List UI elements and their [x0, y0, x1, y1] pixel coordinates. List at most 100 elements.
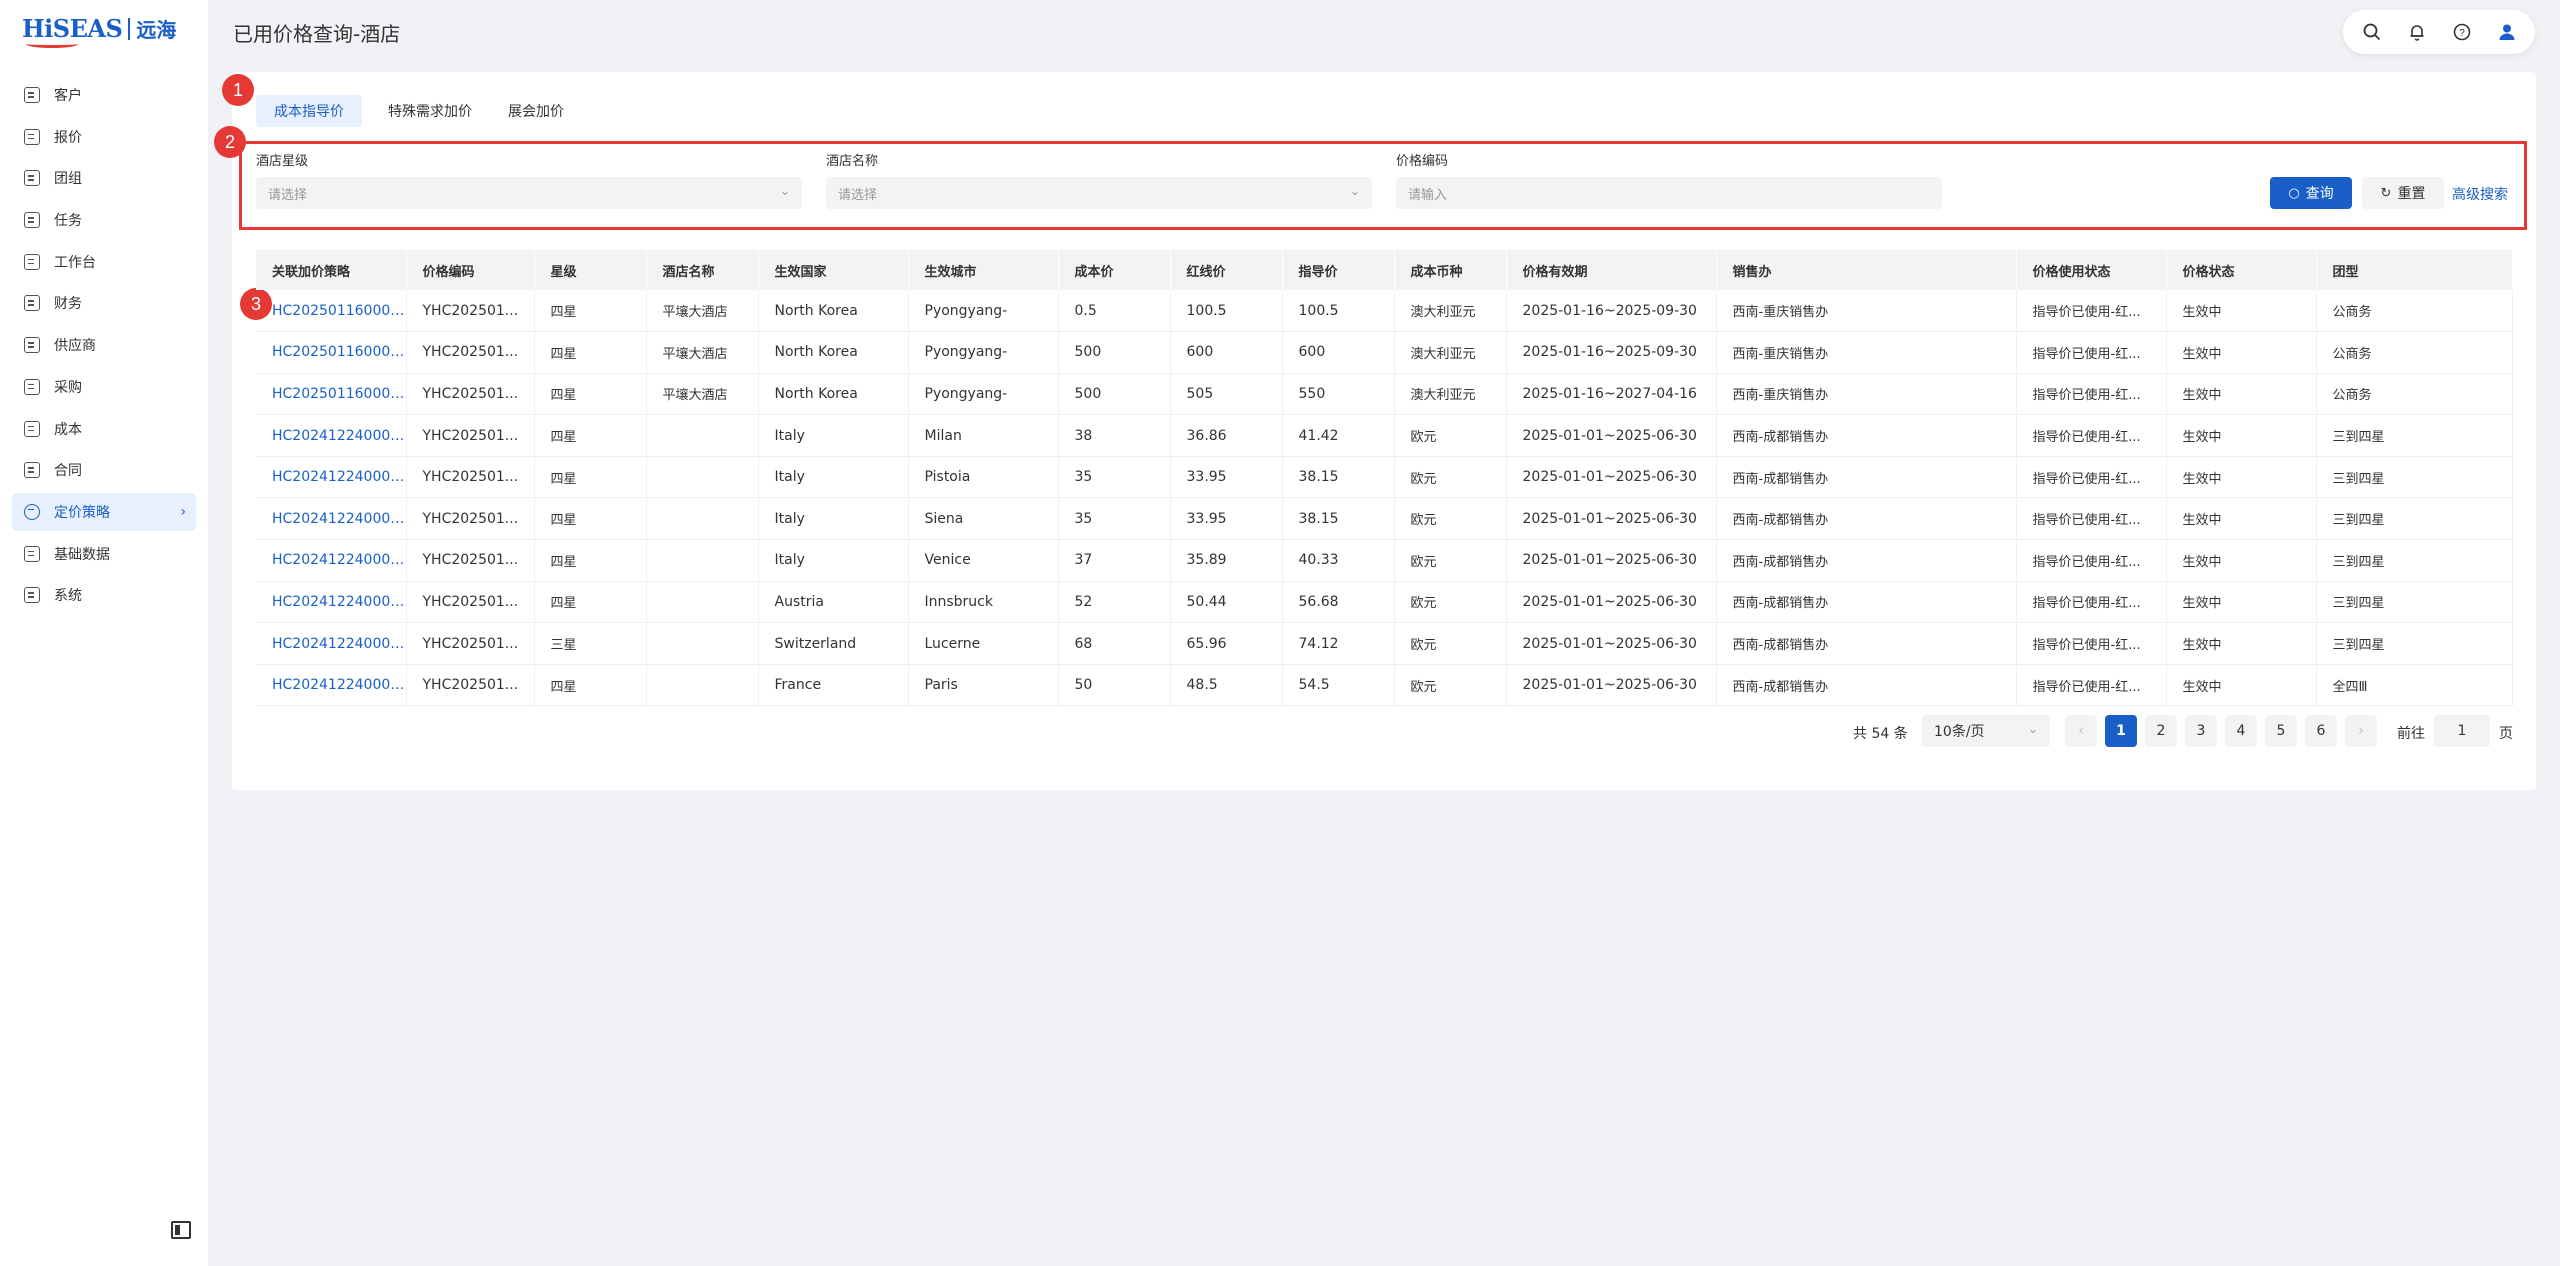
table-cell: 四星 — [534, 539, 647, 582]
page-button[interactable]: 3 — [2185, 715, 2217, 747]
table-cell: 三星 — [534, 622, 647, 665]
column-header[interactable]: 成本价 — [1058, 250, 1171, 290]
table-cell: 三到四星 — [2316, 539, 2513, 582]
column-header[interactable]: 指导价 — [1282, 250, 1395, 290]
column-header[interactable]: 团型 — [2316, 250, 2513, 290]
table-cell: 指导价已使用-红... — [2016, 414, 2167, 457]
strategy-link[interactable]: HC202412240001... — [256, 622, 407, 665]
strategy-link[interactable]: HC202412240001... — [256, 664, 407, 707]
page-button[interactable]: 1 — [2105, 715, 2137, 747]
table-row[interactable]: HC202412240001... YHC202501... 四星 Italy Pist… — [256, 456, 2513, 499]
strategy-link[interactable]: HC202501160001... — [256, 373, 407, 416]
strategy-link[interactable]: HC202412240001... — [256, 581, 407, 624]
page-button[interactable]: 6 — [2305, 715, 2337, 747]
column-header[interactable]: 价格状态 — [2166, 250, 2317, 290]
prev-page-button[interactable]: ‹ — [2065, 715, 2097, 747]
table-row[interactable]: HC202412240001... YHC202501... 四星 Austria In… — [256, 581, 2513, 624]
table-cell: 33.95 — [1170, 456, 1283, 499]
table-header-row: 关联加价策略 价格编码 星级 酒店名称 生效国家 生效城市 成本价 红线价 指导价 成本币种 价格有… — [256, 250, 2513, 290]
goto-page-input[interactable]: 1 — [2434, 715, 2490, 747]
table-row[interactable]: HC202412240001... YHC202501... 三星 Switzerla… — [256, 622, 2513, 665]
sidebar-item-9[interactable]: 合同 — [12, 451, 196, 489]
sidebar-item-6[interactable]: 供应商 — [12, 326, 196, 364]
column-header[interactable]: 成本币种 — [1394, 250, 1507, 290]
sidebar-item-7[interactable]: 采购 — [12, 368, 196, 406]
table-cell: 65.96 — [1170, 622, 1283, 665]
strategy-link[interactable]: HC202412240001... — [256, 456, 407, 499]
sidebar-item-2[interactable]: 团组 — [12, 159, 196, 197]
column-header[interactable]: 价格有效期 — [1506, 250, 1717, 290]
table-row[interactable]: HC202412240001... YHC202501... 四星 Italy Sien… — [256, 497, 2513, 541]
sidebar-item-4[interactable]: 工作台 — [12, 243, 196, 281]
help-icon[interactable]: ? — [2447, 17, 2477, 47]
column-header[interactable]: 星级 — [534, 250, 647, 290]
table-cell: 600 — [1170, 331, 1283, 374]
sidebar-item-11[interactable]: 基础数据 — [12, 535, 196, 573]
page-size-select[interactable]: 10条/页 ⌄ — [1922, 715, 2050, 747]
advanced-search-link[interactable]: 高级搜索 — [2452, 184, 2508, 204]
table-cell: 2025-01-01~2025-06-30 — [1506, 539, 1717, 582]
strategy-link[interactable]: HC202412240001... — [256, 414, 407, 457]
bell-icon[interactable] — [2402, 17, 2432, 47]
table-row[interactable]: HC202501160002... YHC202501... 四星 平壤大酒店 Nort… — [256, 331, 2513, 374]
sidebar-collapse-icon[interactable] — [171, 1221, 191, 1239]
search-button[interactable]: ○ 查询 — [2270, 177, 2352, 209]
column-header[interactable]: 红线价 — [1170, 250, 1283, 290]
sidebar: HiSEAS 远海 客户报价团组任务工作台 财务供应商采购成本 合同 定价策略 › 基础数… — [0, 0, 208, 1266]
sidebar-item-3[interactable]: 任务 — [12, 201, 196, 239]
column-header[interactable]: 关联加价策略 — [256, 250, 407, 290]
user-avatar-icon[interactable] — [2492, 17, 2522, 47]
page-button[interactable]: 5 — [2265, 715, 2297, 747]
strategy-link[interactable]: HC202501160002... — [256, 290, 407, 333]
search-icon[interactable] — [2357, 17, 2387, 47]
column-header[interactable]: 生效国家 — [758, 250, 909, 290]
page-button[interactable]: 4 — [2225, 715, 2257, 747]
table-cell: 35 — [1058, 456, 1171, 499]
table-cell: 74.12 — [1282, 622, 1395, 665]
table-row[interactable]: HC202412240001... YHC202501... 四星 Italy Mila… — [256, 414, 2513, 457]
sidebar-item-5[interactable]: 财务 — [12, 284, 196, 322]
page-size-value: 10条/页 — [1934, 724, 1985, 740]
sidebar-item-10[interactable]: 定价策略 › — [12, 492, 196, 531]
table-cell — [646, 622, 759, 665]
table-cell: 500 — [1058, 331, 1171, 374]
next-page-button[interactable]: › — [2345, 715, 2377, 747]
chevron-down-icon: ⌄ — [1349, 184, 1360, 198]
table-cell: 欧元 — [1394, 414, 1507, 457]
page-button[interactable]: 2 — [2145, 715, 2177, 747]
table-cell: 西南-重庆销售办 — [1716, 290, 2017, 333]
sidebar-item-label: 报价 — [54, 129, 82, 146]
reset-button-label: 重置 — [2397, 186, 2426, 202]
hotel-select[interactable]: 请选择 ⌄ — [826, 177, 1372, 209]
table-row[interactable]: HC202412240001... YHC202501... 四星 France Par… — [256, 664, 2513, 707]
tab-exhibition-markup[interactable]: 展会加价 — [490, 95, 582, 127]
table-cell: 指导价已使用-红... — [2016, 373, 2167, 416]
table-row[interactable]: HC202501160001... YHC202501... 四星 平壤大酒店 Nort… — [256, 373, 2513, 416]
tab-cost-guide-price[interactable]: 成本指导价 — [256, 95, 362, 127]
strategy-link[interactable]: HC202501160002... — [256, 331, 407, 374]
star-select[interactable]: 请选择 ⌄ — [256, 177, 802, 209]
strategy-link[interactable]: HC202412240001... — [256, 539, 407, 582]
sidebar-item-1[interactable]: 报价 — [12, 118, 196, 156]
sidebar-item-label: 基础数据 — [54, 546, 110, 563]
table-row[interactable]: HC202412240001... YHC202501... 四星 Italy Veni… — [256, 539, 2513, 582]
column-header[interactable]: 价格使用状态 — [2016, 250, 2167, 290]
sidebar-item-0[interactable]: 客户 — [12, 76, 196, 114]
column-header[interactable]: 生效城市 — [908, 250, 1059, 290]
tab-special-markup[interactable]: 特殊需求加价 — [370, 95, 490, 127]
table-cell: YHC202501... — [406, 414, 535, 457]
strategy-link[interactable]: HC202412240001... — [256, 497, 407, 541]
annotation-badge-1: 1 — [222, 74, 254, 106]
settings-icon — [24, 587, 40, 604]
reset-button[interactable]: ↻ 重置 — [2362, 177, 2444, 209]
column-header[interactable]: 价格编码 — [406, 250, 535, 290]
code-input[interactable]: 请输入 — [1396, 177, 1942, 209]
sidebar-item-12[interactable]: 系统 — [12, 576, 196, 614]
table-cell: North Korea — [758, 290, 909, 333]
app-logo[interactable]: HiSEAS 远海 — [22, 14, 176, 43]
column-header[interactable]: 酒店名称 — [646, 250, 759, 290]
column-header[interactable]: 销售办 — [1716, 250, 2017, 290]
table-cell: Pistoia — [908, 456, 1059, 499]
sidebar-item-8[interactable]: 成本 — [12, 410, 196, 448]
table-row[interactable]: HC202501160002... YHC202501... 四星 平壤大酒店 Nort… — [256, 290, 2513, 333]
